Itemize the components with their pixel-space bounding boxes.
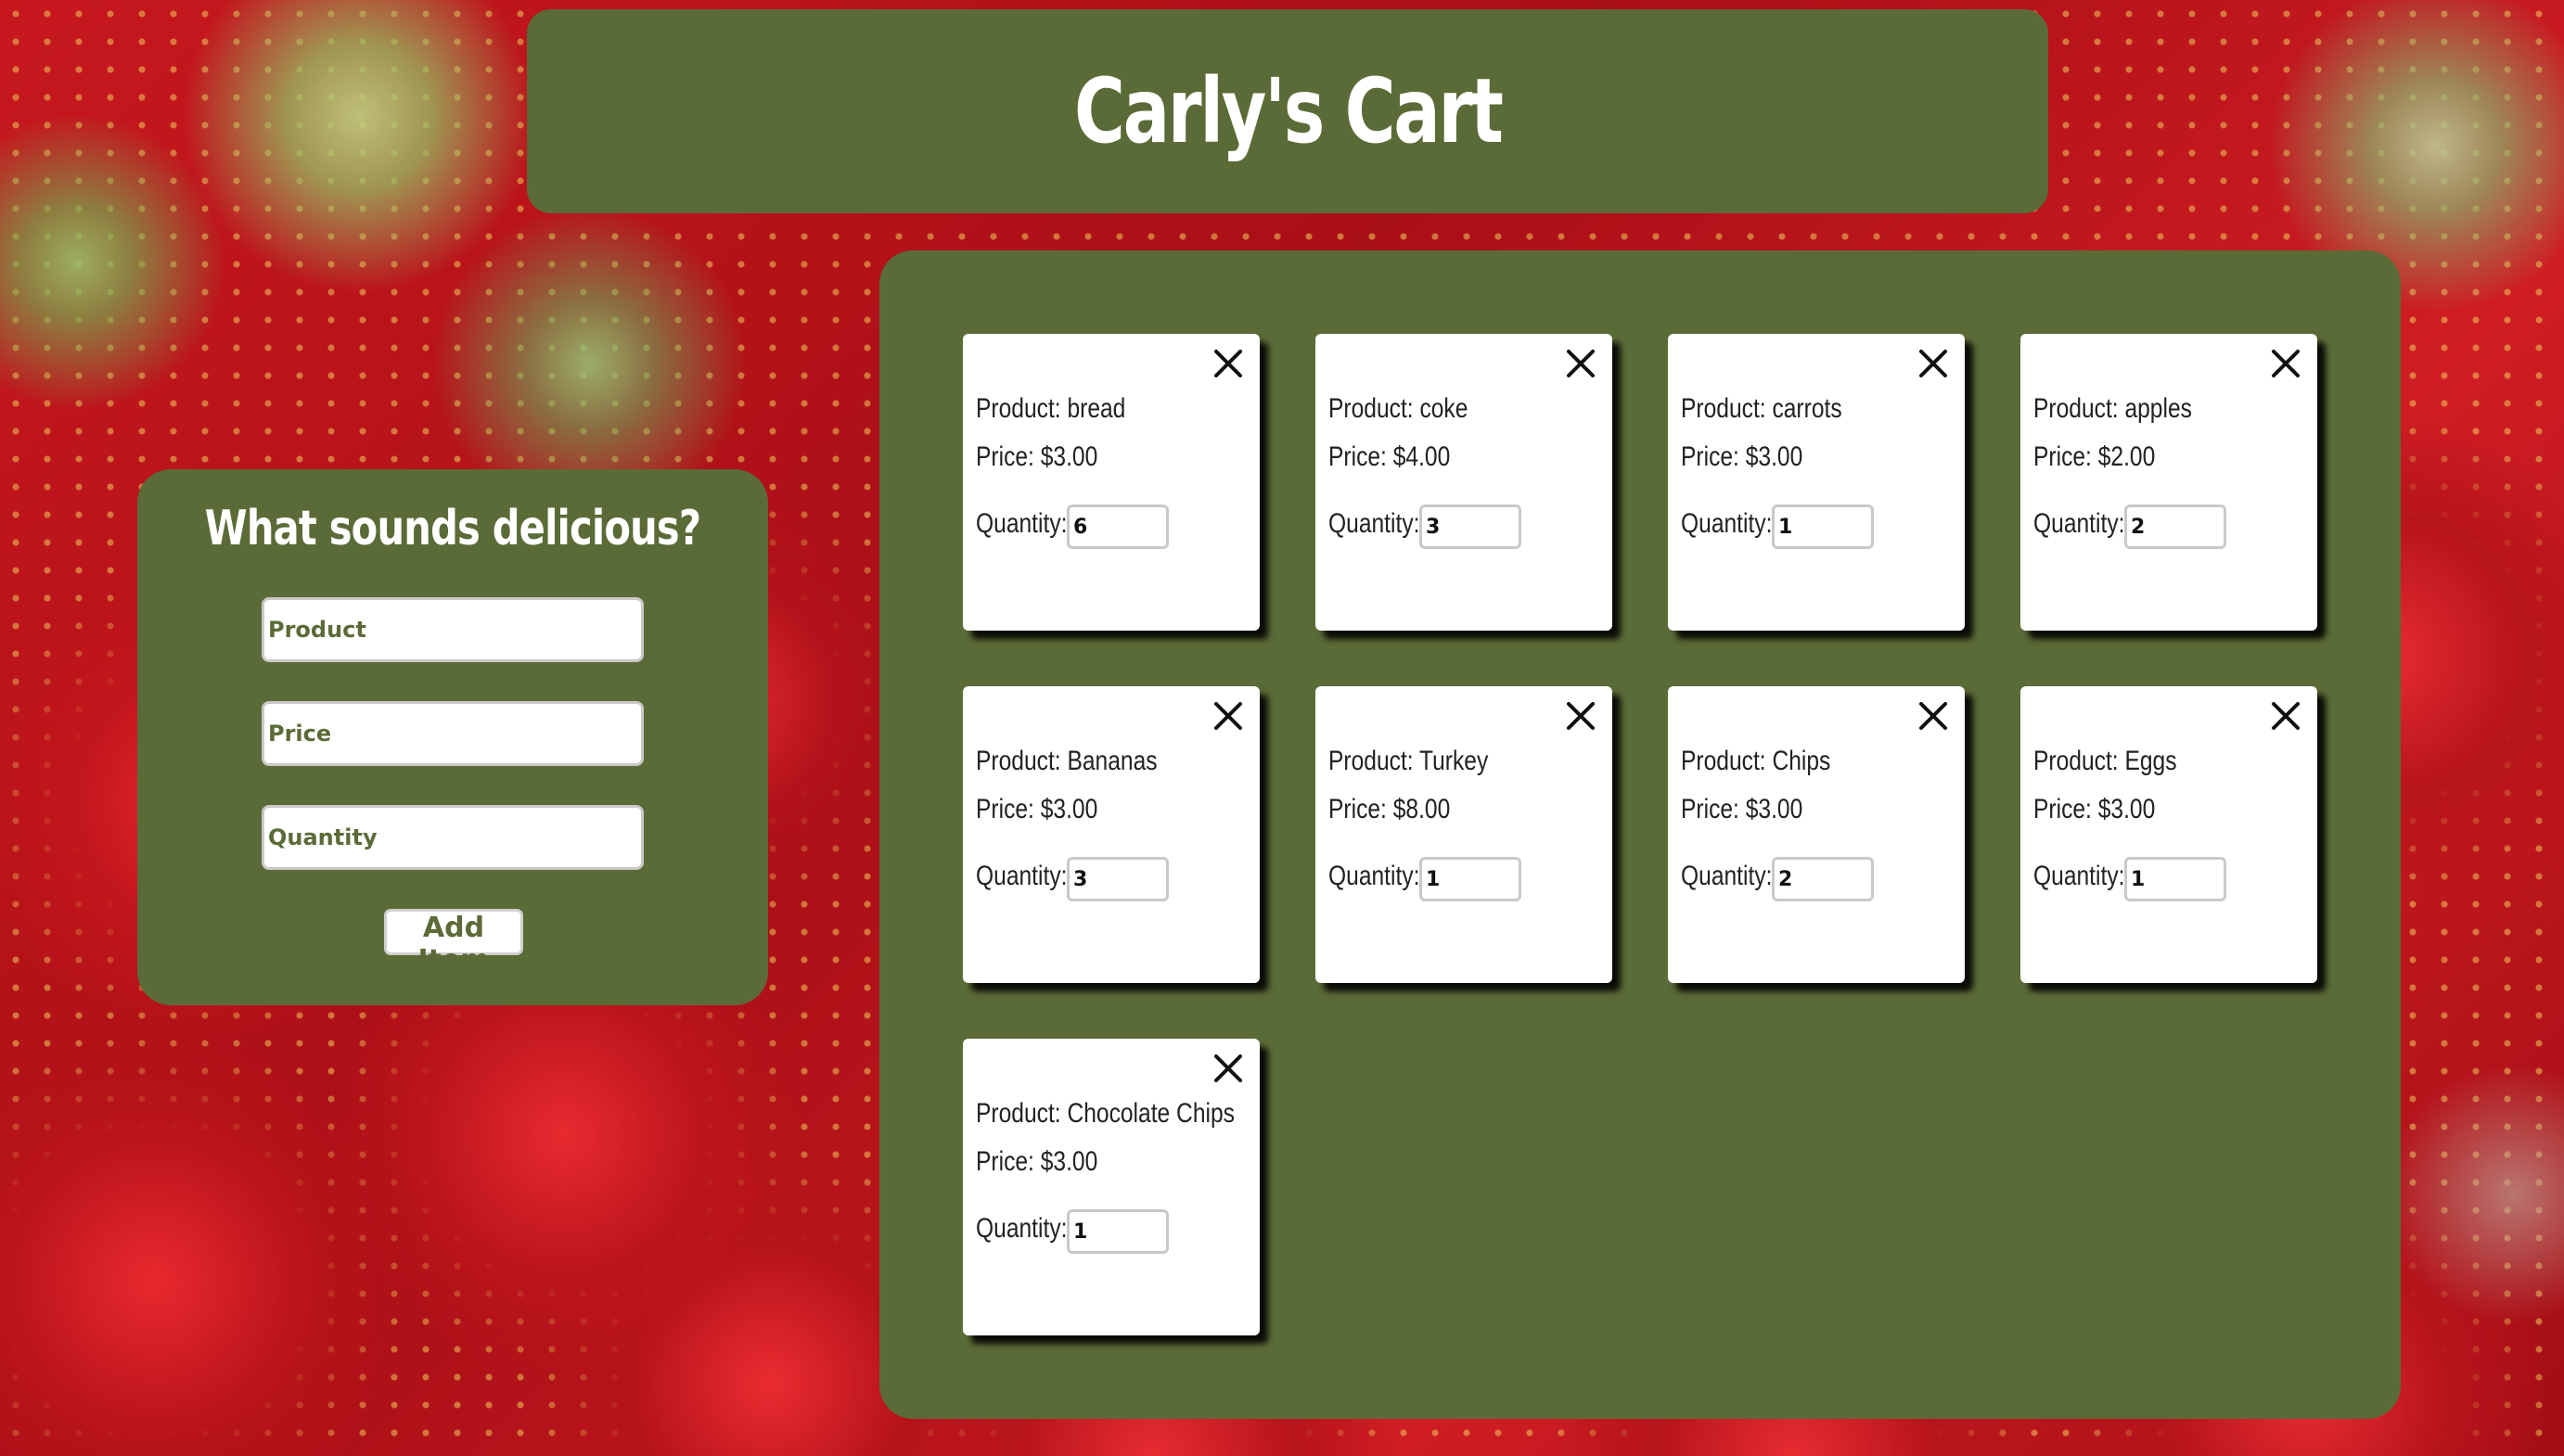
item-quantity-label: Quantity:	[976, 508, 1068, 539]
item-price: Price: $4.00	[1328, 441, 1451, 472]
item-quantity-label: Quantity:	[976, 1213, 1068, 1244]
item-price: Price: $2.00	[2033, 441, 2156, 472]
item-quantity-label: Quantity:	[1328, 508, 1420, 539]
price-input[interactable]	[262, 701, 644, 766]
item-product: Product: Chips	[1681, 746, 1831, 776]
cart-item-card: Product: carrots Price: $3.00 Quantity:	[1668, 334, 1965, 631]
item-quantity-input[interactable]	[1067, 857, 1169, 901]
item-quantity-label: Quantity:	[1328, 861, 1420, 891]
item-price: Price: $3.00	[976, 441, 1098, 472]
item-quantity-input[interactable]	[1772, 857, 1874, 901]
product-input[interactable]	[262, 597, 644, 662]
add-item-button[interactable]: Add Item	[384, 909, 523, 977]
item-quantity-input[interactable]	[1772, 504, 1874, 549]
cart-item-card: Product: Turkey Price: $8.00 Quantity:	[1315, 686, 1612, 983]
item-quantity-input[interactable]	[2124, 857, 2226, 901]
item-quantity-label: Quantity:	[2033, 861, 2125, 891]
item-product: Product: apples	[2033, 393, 2192, 424]
item-product: Product: Chocolate Chips	[976, 1098, 1235, 1129]
add-item-form: What sounds delicious? Add Item	[137, 469, 768, 1005]
item-quantity-label: Quantity:	[976, 861, 1068, 891]
close-icon[interactable]	[1211, 347, 1245, 380]
cart-item-card: Product: Chocolate Chips Price: $3.00 Qu…	[963, 1039, 1260, 1335]
item-price: Price: $3.00	[1681, 794, 1803, 824]
item-quantity-input[interactable]	[1419, 857, 1521, 901]
close-icon[interactable]	[1211, 1052, 1245, 1085]
close-icon[interactable]	[2269, 347, 2302, 380]
close-icon[interactable]	[1917, 347, 1950, 380]
item-quantity-label: Quantity:	[1681, 508, 1773, 539]
item-product: Product: coke	[1328, 393, 1468, 424]
close-icon[interactable]	[1564, 347, 1597, 380]
item-price: Price: $8.00	[1328, 794, 1451, 824]
close-icon[interactable]	[1917, 699, 1950, 733]
item-price: Price: $3.00	[976, 1146, 1098, 1177]
item-product: Product: Turkey	[1328, 746, 1489, 776]
page-title: Carly's Cart	[1073, 59, 1504, 163]
close-icon[interactable]	[1564, 699, 1597, 733]
cart-panel: Product: bread Price: $3.00 Quantity: Pr…	[879, 250, 2401, 1419]
item-quantity-input[interactable]	[1067, 1209, 1169, 1254]
cart-item-card: Product: coke Price: $4.00 Quantity:	[1315, 334, 1612, 631]
cart-item-card: Product: bread Price: $3.00 Quantity:	[963, 334, 1260, 631]
item-product: Product: bread	[976, 393, 1126, 424]
form-heading: What sounds delicious?	[204, 501, 701, 556]
item-product: Product: Eggs	[2033, 746, 2177, 776]
close-icon[interactable]	[2269, 699, 2302, 733]
item-quantity-input[interactable]	[1067, 504, 1169, 549]
close-icon[interactable]	[1211, 699, 1245, 733]
item-product: Product: carrots	[1681, 393, 1842, 424]
item-quantity-label: Quantity:	[1681, 861, 1773, 891]
cart-item-card: Product: apples Price: $2.00 Quantity:	[2020, 334, 2317, 631]
item-quantity-input[interactable]	[1419, 504, 1521, 549]
item-quantity-input[interactable]	[2124, 504, 2226, 549]
cart-item-card: Product: Eggs Price: $3.00 Quantity:	[2020, 686, 2317, 983]
cart-grid: Product: bread Price: $3.00 Quantity: Pr…	[963, 334, 2317, 1335]
cart-item-card: Product: Bananas Price: $3.00 Quantity:	[963, 686, 1260, 983]
header-banner: Carly's Cart	[527, 9, 2048, 213]
quantity-input[interactable]	[262, 805, 644, 870]
item-quantity-label: Quantity:	[2033, 508, 2125, 539]
cart-item-card: Product: Chips Price: $3.00 Quantity:	[1668, 686, 1965, 983]
item-product: Product: Bananas	[976, 746, 1158, 776]
item-price: Price: $3.00	[1681, 441, 1803, 472]
item-price: Price: $3.00	[976, 794, 1098, 824]
item-price: Price: $3.00	[2033, 794, 2156, 824]
